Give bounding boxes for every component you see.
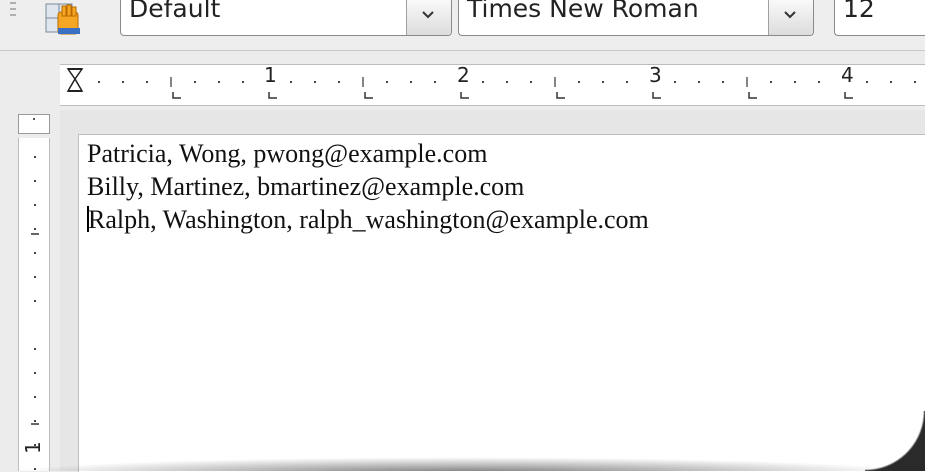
ruler-dot bbox=[98, 81, 100, 83]
tab-stop-icon bbox=[460, 92, 469, 99]
font-size-value: 12 bbox=[843, 0, 875, 23]
ruler-dot bbox=[482, 81, 484, 83]
ruler-dot bbox=[290, 81, 292, 83]
text-line[interactable]: Patricia, Wong, pwong@example.com bbox=[87, 137, 649, 170]
ruler-dot bbox=[122, 81, 124, 83]
ruler-label-1: 1 bbox=[264, 63, 277, 87]
text-line-content: Billy, Martinez, bmartinez@example.com bbox=[87, 172, 525, 201]
chevron-down-icon bbox=[784, 11, 796, 19]
ruler-dot bbox=[34, 156, 36, 158]
horizontal-ruler[interactable]: 1 2 3 4 bbox=[60, 63, 925, 106]
ruler-dot bbox=[602, 81, 604, 83]
ruler-dot bbox=[386, 81, 388, 83]
ruler-dot bbox=[866, 81, 868, 83]
tab-stop-icon bbox=[844, 92, 853, 99]
ruler-dot bbox=[34, 348, 36, 350]
document-page[interactable]: Patricia, Wong, pwong@example.com Billy,… bbox=[78, 134, 925, 472]
font-name-combobox[interactable]: Times New Roman bbox=[458, 0, 814, 36]
ruler-dot bbox=[674, 81, 676, 83]
ruler-dot bbox=[626, 81, 628, 83]
ruler-dot bbox=[914, 81, 916, 83]
ruler-dot bbox=[314, 81, 316, 83]
ruler-dot bbox=[34, 204, 36, 206]
ruler-dot bbox=[146, 81, 148, 83]
text-line[interactable]: Billy, Martinez, bmartinez@example.com bbox=[87, 170, 649, 203]
formatting-toolbar: Default Times New Roman 12 bbox=[0, 0, 925, 51]
ruler-dot bbox=[242, 81, 244, 83]
tab-stop-icon bbox=[364, 92, 373, 99]
ruler-dot bbox=[410, 81, 412, 83]
ruler-dot bbox=[34, 468, 36, 470]
font-name-dropdown-button[interactable] bbox=[768, 0, 813, 35]
ruler-dot bbox=[434, 81, 436, 83]
text-line-content: Patricia, Wong, pwong@example.com bbox=[87, 139, 488, 168]
paragraph-styles-icon[interactable] bbox=[44, 0, 88, 38]
tab-stop-icon bbox=[172, 92, 181, 99]
ruler-dot bbox=[338, 81, 340, 83]
tab-stop-icon bbox=[268, 92, 277, 99]
ruler-dot bbox=[890, 81, 892, 83]
ruler-dot bbox=[34, 228, 36, 230]
window-corner bbox=[865, 411, 925, 471]
ruler-dot bbox=[698, 81, 700, 83]
ruler-dot bbox=[34, 300, 36, 302]
ruler-dot bbox=[34, 372, 36, 374]
ruler-dot bbox=[506, 81, 508, 83]
ruler-dot bbox=[34, 396, 36, 398]
text-line[interactable]: Ralph, Washington, ralph_washington@exam… bbox=[87, 203, 649, 236]
indent-marker-icon bbox=[66, 68, 84, 92]
chevron-down-icon bbox=[422, 11, 434, 19]
paragraph-style-combobox[interactable]: Default bbox=[120, 0, 452, 36]
ruler-dot bbox=[818, 81, 820, 83]
tab-stop-icon bbox=[652, 92, 661, 99]
font-size-combobox[interactable]: 12 bbox=[834, 0, 925, 36]
ruler-dot bbox=[34, 252, 36, 254]
ruler-label-4: 4 bbox=[841, 63, 854, 87]
ruler-dot bbox=[194, 81, 196, 83]
document-text[interactable]: Patricia, Wong, pwong@example.com Billy,… bbox=[87, 137, 649, 236]
tab-stop-icon bbox=[556, 92, 565, 99]
toolbar-grip-handle[interactable] bbox=[10, 2, 16, 26]
ruler-dot bbox=[34, 180, 36, 182]
vertical-ruler-label-1: 1 bbox=[21, 441, 45, 454]
ruler-label-2: 2 bbox=[457, 63, 470, 87]
ruler-dot bbox=[794, 81, 796, 83]
ruler-dot bbox=[34, 420, 36, 422]
vertical-ruler-ticks bbox=[31, 156, 39, 470]
ruler-corner-button[interactable] bbox=[18, 114, 50, 134]
font-name-value: Times New Roman bbox=[467, 0, 699, 23]
ruler-dot bbox=[530, 81, 532, 83]
vertical-ruler[interactable]: 1 bbox=[18, 138, 50, 471]
ruler-label-3: 3 bbox=[649, 63, 662, 87]
ruler-dot bbox=[218, 81, 220, 83]
paragraph-style-value: Default bbox=[129, 0, 221, 23]
document-view[interactable]: Patricia, Wong, pwong@example.com Billy,… bbox=[60, 110, 925, 472]
ruler-dot bbox=[770, 81, 772, 83]
ruler-dot bbox=[722, 81, 724, 83]
paragraph-style-dropdown-button[interactable] bbox=[406, 0, 451, 35]
text-line-content: Ralph, Washington, ralph_washington@exam… bbox=[88, 205, 649, 234]
ruler-dot bbox=[578, 81, 580, 83]
ruler-ticks bbox=[66, 68, 916, 99]
ruler-dot bbox=[34, 276, 36, 278]
tab-stop-icon bbox=[748, 92, 757, 99]
